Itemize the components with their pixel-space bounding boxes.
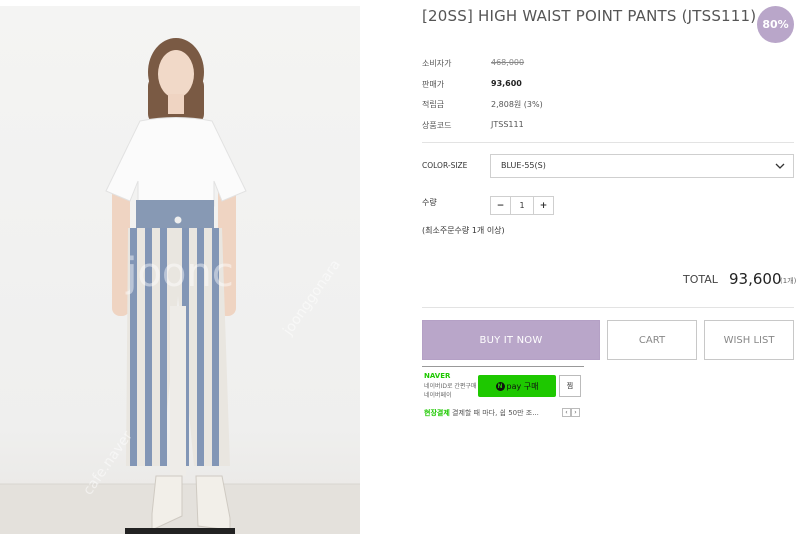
npay-divider: [422, 366, 584, 367]
svg-text:joonc: joonc: [125, 250, 233, 296]
divider: [422, 307, 794, 308]
info-label: 상품코드: [422, 121, 452, 130]
naver-sub-text: 네이버페이: [424, 392, 452, 399]
total-value: 93,600: [729, 270, 782, 288]
npay-buy-button[interactable]: N pay 구매: [478, 375, 556, 397]
total-label: TOTAL: [683, 273, 718, 286]
info-label: 적립금: [422, 100, 445, 109]
quantity-label: 수량: [422, 198, 437, 207]
model-illustration: joonc joonggonara cafe.naver: [0, 38, 360, 534]
promo-next-button[interactable]: ›: [571, 408, 580, 417]
divider: [422, 142, 794, 143]
quantity-input[interactable]: 1: [510, 197, 534, 214]
naver-logo: NAVER: [424, 372, 451, 380]
svg-text:joonggonara: joonggonara: [280, 257, 344, 339]
promo-label: 현장결제: [424, 409, 450, 417]
npay-n-icon: N: [495, 381, 505, 391]
promo-prev-button[interactable]: ‹: [562, 408, 571, 417]
npay-promo: 현장결제 결제할 때 마다, 쉽 50만 조...: [424, 408, 539, 418]
option-label: COLOR-SIZE: [422, 161, 468, 170]
retail-price-value: 468,000: [491, 58, 525, 67]
color-size-select[interactable]: BLUE-55(S): [490, 154, 794, 178]
promo-nav: ‹ ›: [562, 408, 580, 417]
quantity-stepper: − 1 +: [490, 196, 554, 215]
promo-text: 결제할 때 마다, 쉽 50만 조...: [452, 409, 539, 417]
wish-list-button[interactable]: WISH LIST: [704, 320, 794, 360]
quantity-increase-button[interactable]: +: [534, 197, 553, 214]
chevron-down-icon: [775, 163, 785, 169]
points-value: 2,808원 (3%): [491, 100, 543, 109]
discount-badge: 80%: [757, 6, 794, 43]
sale-price-value: 93,600: [491, 79, 522, 88]
product-code-value: JTSS111: [491, 120, 524, 129]
quantity-decrease-button[interactable]: −: [491, 197, 510, 214]
buy-now-button[interactable]: BUY IT NOW: [422, 320, 600, 360]
product-photo: joonc joonggonara cafe.naver: [0, 6, 360, 534]
zzim-button[interactable]: 찜: [559, 375, 581, 397]
select-value: BLUE-55(S): [501, 161, 546, 170]
product-title: [20SS] HIGH WAIST POINT PANTS (JTSS111): [422, 7, 757, 25]
naver-sub-text: 네이버ID로 간편구매: [424, 383, 477, 390]
cart-button[interactable]: CART: [607, 320, 697, 360]
npay-buy-label: pay 구매: [506, 381, 539, 391]
min-order-note: (최소주문수량 1개 이상): [422, 226, 505, 235]
total-count: (1개): [780, 277, 797, 285]
info-label: 판매가: [422, 80, 445, 89]
info-label: 소비자가: [422, 59, 452, 68]
